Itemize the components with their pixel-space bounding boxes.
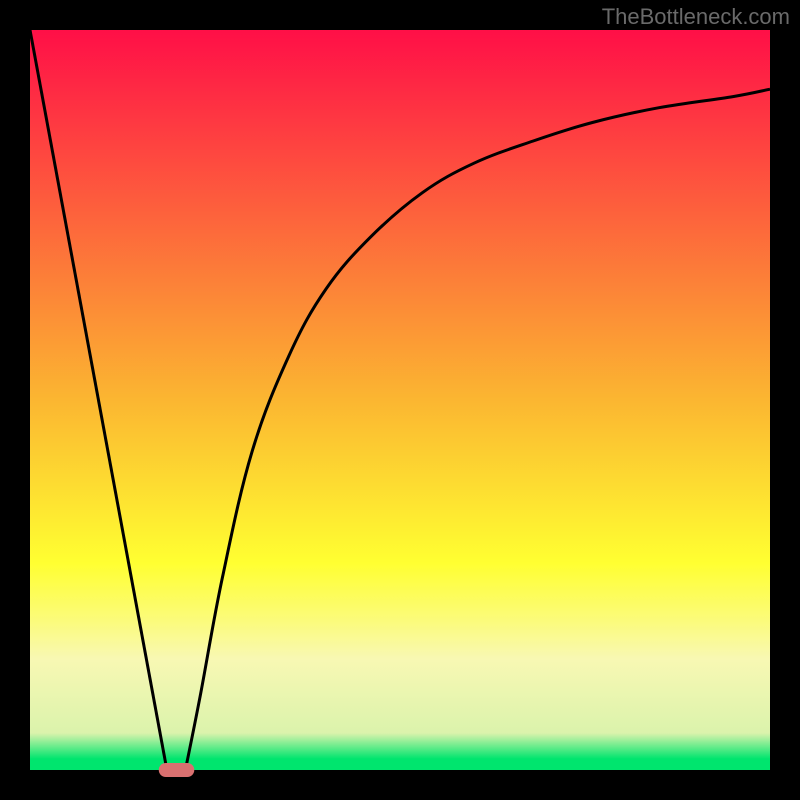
plot-background bbox=[30, 30, 770, 770]
chart-container: TheBottleneck.com bbox=[0, 0, 800, 800]
chart-svg bbox=[0, 0, 800, 800]
minimum-marker bbox=[159, 763, 195, 777]
watermark-text: TheBottleneck.com bbox=[602, 4, 790, 30]
